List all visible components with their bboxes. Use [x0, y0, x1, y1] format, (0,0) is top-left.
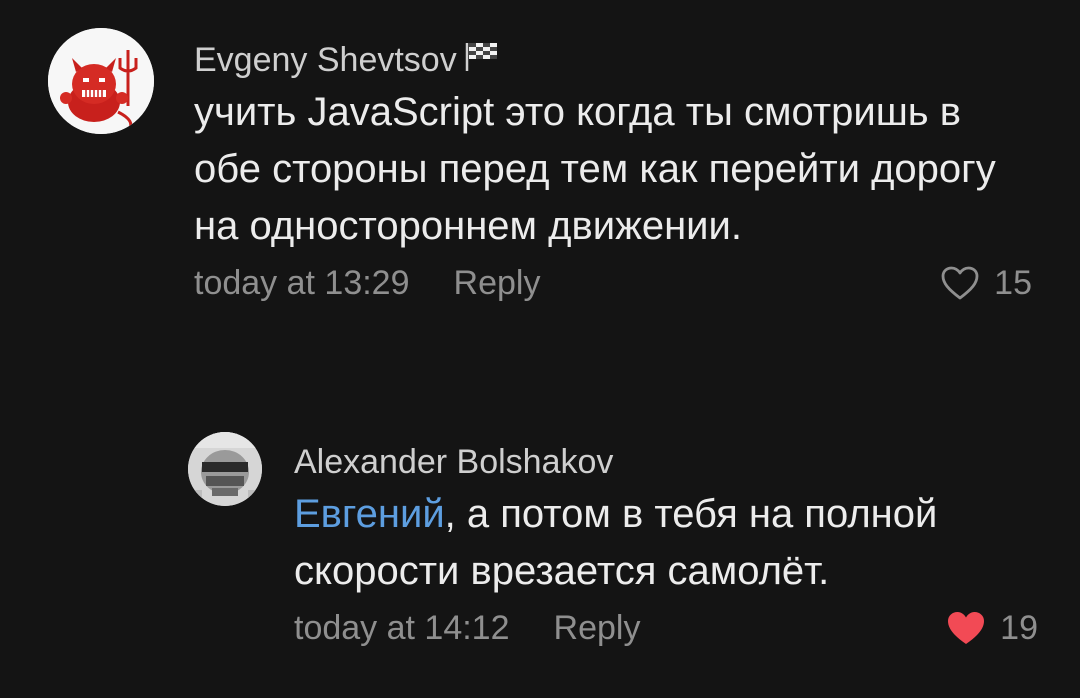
author-name[interactable]: Evgeny Shevtsov	[194, 40, 457, 80]
checkered-flag-icon	[465, 40, 499, 80]
comment-author-row: Evgeny Shevtsov	[194, 40, 1048, 80]
user-photo-icon	[188, 432, 262, 506]
like-button[interactable]: 19	[946, 608, 1038, 648]
comment-body: Evgeny Shevtsov учить JavaScript это ког…	[194, 28, 1048, 307]
comment-text: Евгений, а потом в тебя на полной скорос…	[294, 486, 1054, 600]
comment-meta: today at 14:12 Reply 19	[294, 604, 1054, 652]
avatar[interactable]	[188, 432, 262, 506]
comment: Evgeny Shevtsov учить JavaScript это ког…	[48, 28, 1048, 307]
devil-avatar-icon	[48, 28, 154, 134]
like-button[interactable]: 15	[940, 263, 1032, 303]
like-count: 19	[1000, 609, 1038, 647]
heart-outline-icon	[941, 266, 979, 300]
comment-author-row: Alexander Bolshakov	[294, 442, 1054, 482]
mention-link[interactable]: Евгений	[294, 492, 445, 536]
comment-reply: Alexander Bolshakov Евгений, а потом в т…	[188, 432, 1048, 652]
heart-filled-icon	[948, 612, 985, 644]
comment-timestamp: today at 14:12	[294, 609, 510, 647]
like-count: 15	[994, 264, 1032, 302]
author-name[interactable]: Alexander Bolshakov	[294, 442, 613, 482]
comment-meta: today at 13:29 Reply 15	[194, 259, 1048, 307]
comment-body: Alexander Bolshakov Евгений, а потом в т…	[294, 432, 1054, 652]
reply-button[interactable]: Reply	[554, 608, 641, 648]
comment-text: учить JavaScript это когда ты смотришь в…	[194, 90, 996, 248]
comment-timestamp: today at 13:29	[194, 264, 410, 302]
avatar[interactable]	[48, 28, 154, 134]
reply-button[interactable]: Reply	[454, 263, 541, 303]
